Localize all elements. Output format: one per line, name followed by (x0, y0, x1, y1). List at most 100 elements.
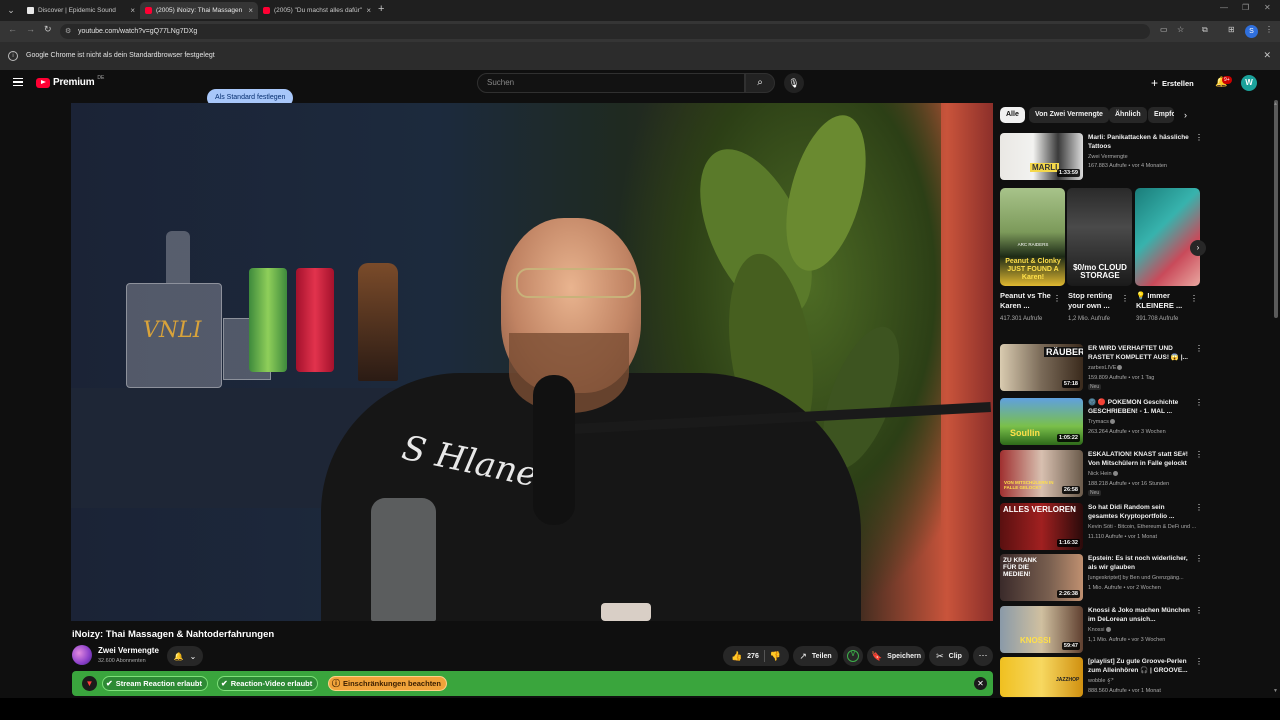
recommendation-item[interactable]: ALLES VERLOREN 1:16:32 So hat Didi Rando… (1000, 503, 1203, 551)
recommendation-title[interactable]: ER WIRD VERHAFTET UND RASTET KOMPLETT AU… (1088, 344, 1191, 362)
shorts-thumbnail[interactable] (1135, 188, 1200, 286)
forward-arrow-icon[interactable]: → (26, 24, 35, 34)
chip-channel[interactable]: Von Zwei Vermengte (1029, 107, 1109, 123)
recommendation-channel[interactable]: Nick Hein (1088, 471, 1196, 477)
kebab-menu-icon[interactable]: ⋮ (1195, 657, 1203, 666)
kebab-menu-icon[interactable]: ⋮ (1195, 606, 1203, 615)
recommendation-channel[interactable]: Knossi (1088, 627, 1196, 633)
create-button[interactable]: + Erstellen (1151, 76, 1194, 90)
shorts-title[interactable]: 💡 Immer KLEINERE ... (1136, 291, 1191, 311)
minimize-icon[interactable]: — (1220, 3, 1228, 12)
recommendation-item[interactable]: Soullin 1:05:22 🌚 🔴 POKEMON Geschichte G… (1000, 398, 1203, 446)
tab-search-icon[interactable]: ⌄ (4, 3, 18, 17)
video-player[interactable]: VNLI S Hlanet (71, 103, 993, 621)
extension-button[interactable]: V (843, 646, 863, 666)
search-input[interactable]: Suchen (477, 73, 745, 93)
recommendation-title[interactable]: 🌚 🔴 POKEMON Geschichte GESCHRIEBEN! - 1.… (1088, 398, 1191, 416)
kebab-menu-icon[interactable]: ⋮ (1053, 294, 1061, 303)
scroll-up-arrow-icon[interactable]: ▲ (1273, 101, 1278, 107)
shorts-thumbnail[interactable]: ARC RAIDERS Peanut & Clonky JUST FOUND A… (1000, 188, 1065, 286)
subscription-bell-button[interactable]: 🔔 ⌄ (167, 646, 203, 666)
video-thumbnail[interactable]: ALLES VERLOREN 1:16:32 (1000, 503, 1083, 550)
share-button[interactable]: ↗ Teilen (793, 646, 838, 666)
recommendation-channel[interactable]: Kevin Söti - Bitcoin, Ethereum & DeFi un… (1088, 524, 1196, 530)
banner-close-icon[interactable]: ✕ (974, 677, 987, 690)
recommendation-title[interactable]: Knossi & Joko machen München im DeLorean… (1088, 606, 1191, 624)
kebab-menu-icon[interactable]: ⋮ (1121, 294, 1129, 303)
more-actions-button[interactable]: ⋯ (973, 646, 993, 666)
video-thumbnail[interactable]: JAZZHOP (1000, 657, 1083, 697)
channel-avatar[interactable] (72, 645, 92, 665)
reload-icon[interactable]: ↻ (44, 24, 52, 35)
video-thumbnail[interactable]: RÄUBER 57:18 (1000, 344, 1083, 391)
search-button[interactable]: ⌕ (745, 73, 775, 93)
recommendation-item[interactable]: KNOSSI 59:47 Knossi & Joko machen Münche… (1000, 606, 1203, 654)
extensions-icon[interactable]: ⧉ (1202, 25, 1208, 35)
chip-all[interactable]: Alle (1000, 107, 1025, 123)
recommendation-channel[interactable]: Trymacs (1088, 419, 1196, 425)
browser-tab-youtube-2[interactable]: (2005) "Du machst alles dafür" × (258, 2, 376, 19)
url-field[interactable]: ⚙ youtube.com/watch?v=gQ77LNg7DXg (60, 24, 1150, 39)
page-scrollbar-thumb[interactable] (1274, 100, 1278, 318)
thumbs-up-icon[interactable]: 👍 (731, 651, 742, 662)
recommendation-channel[interactable]: Zwei Vermengte (1088, 154, 1196, 160)
save-button[interactable]: 🔖 Speichern (867, 646, 925, 666)
menu-hamburger-icon[interactable] (13, 78, 23, 86)
window-close-icon[interactable]: ✕ (1264, 3, 1271, 12)
voice-search-button[interactable]: 🎙 (784, 73, 804, 93)
recommendation-title[interactable]: Epstein: Es ist noch widerlicher, als wi… (1088, 554, 1191, 572)
browser-tab-active[interactable]: (2005) iNoizy: Thai Massagen & × (140, 2, 258, 19)
kebab-menu-icon[interactable]: ⋮ (1195, 554, 1203, 563)
shorts-next-button[interactable]: › (1190, 240, 1206, 256)
video-thumbnail[interactable]: VON MITSCHÜLERN IN FALLE GELOCKT 26:58 (1000, 450, 1083, 497)
restrictions-tag[interactable]: ⓘ Einschränkungen beachten (328, 676, 447, 691)
thumbs-down-icon[interactable]: 👎 (770, 651, 781, 662)
recommendation-item[interactable]: ZU KRANK FÜR DIE MEDIEN! 2:26:38 Epstein… (1000, 554, 1203, 602)
site-info-icon[interactable]: ⚙ (65, 24, 71, 39)
video-thumbnail[interactable]: Soullin 1:05:22 (1000, 398, 1083, 445)
shorts-title[interactable]: Peanut vs The Karen ... (1000, 291, 1055, 311)
shorts-thumbnail[interactable]: $0/mo CLOUD STORAGE (1067, 188, 1132, 286)
account-avatar[interactable]: W (1241, 75, 1257, 91)
cast-icon[interactable]: ▭ (1160, 25, 1168, 34)
tab-search-icon[interactable]: ⊞ (1228, 25, 1235, 34)
shorts-title[interactable]: Stop renting your own ... (1068, 291, 1123, 311)
recommendation-title[interactable]: ESKALATION! KNAST statt SE#! Von Mitschü… (1088, 450, 1191, 468)
kebab-menu-icon[interactable]: ⋮ (1195, 450, 1203, 459)
chip-similar[interactable]: Ähnlich (1109, 107, 1147, 123)
infobar-close-icon[interactable]: ✕ (1263, 50, 1271, 61)
chevron-right-icon[interactable]: › (1184, 110, 1187, 120)
chrome-menu-icon[interactable]: ⋮ (1265, 25, 1273, 34)
close-icon[interactable]: × (130, 6, 135, 15)
chip-recommended[interactable]: Empfo (1148, 107, 1174, 123)
recommendation-channel[interactable]: zarbexLIVE (1088, 365, 1196, 371)
recommendation-item[interactable]: JAZZHOP [playlist] Zu gute Groove-Perlen… (1000, 657, 1203, 697)
youtube-premium-logo[interactable]: Premium DE (36, 75, 104, 88)
recommendation-item[interactable]: RÄUBER 57:18 ER WIRD VERHAFTET UND RASTE… (1000, 344, 1203, 392)
browser-tab-epidemic[interactable]: Discover | Epidemic Sound × (22, 2, 140, 19)
kebab-menu-icon[interactable]: ⋮ (1190, 294, 1198, 303)
recommendation-item[interactable]: VON MITSCHÜLERN IN FALLE GELOCKT 26:58 E… (1000, 450, 1203, 498)
like-count[interactable]: 276 (747, 653, 759, 660)
recommendation-channel[interactable]: wobble 𝄞𝄢 (1088, 678, 1196, 685)
scroll-down-arrow-icon[interactable]: ▼ (1273, 688, 1278, 694)
recommendation-channel[interactable]: [ungeskriptet] by Ben und Grenzgäng... (1088, 575, 1196, 581)
maximize-icon[interactable]: ❐ (1242, 3, 1249, 12)
close-icon[interactable]: × (366, 6, 371, 15)
new-tab-button[interactable]: + (378, 3, 384, 15)
video-thumbnail[interactable]: KNOSSI 59:47 (1000, 606, 1083, 653)
kebab-menu-icon[interactable]: ⋮ (1195, 503, 1203, 512)
video-thumbnail[interactable]: ZU KRANK FÜR DIE MEDIEN! 2:26:38 (1000, 554, 1083, 601)
recommendation-title[interactable]: So hat Didi Random sein gesamtes Krypto­… (1088, 503, 1191, 521)
chrome-profile-avatar[interactable]: S (1245, 25, 1258, 38)
back-arrow-icon[interactable]: ← (8, 24, 17, 34)
kebab-menu-icon[interactable]: ⋮ (1195, 344, 1203, 353)
video-thumbnail[interactable]: MARLI 1:33:59 (1000, 133, 1083, 180)
clip-button[interactable]: ✂ Clip (929, 646, 969, 666)
kebab-menu-icon[interactable]: ⋮ (1195, 133, 1203, 142)
recommendation-title[interactable]: Marli: Panikattacken & hässliche Tattoos (1088, 133, 1191, 151)
kebab-menu-icon[interactable]: ⋮ (1195, 398, 1203, 407)
close-icon[interactable]: × (248, 6, 253, 15)
recommendation-item[interactable]: MARLI 1:33:59 Marli: Panikattacken & häs… (1000, 133, 1203, 181)
bookmark-star-icon[interactable]: ☆ (1177, 25, 1184, 34)
